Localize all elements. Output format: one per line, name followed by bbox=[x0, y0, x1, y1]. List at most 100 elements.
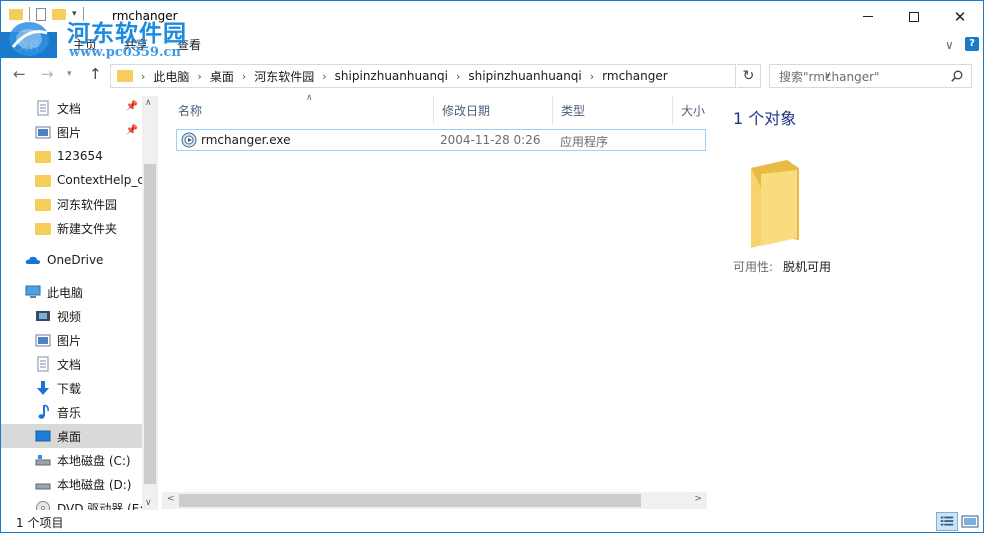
minimize-icon bbox=[863, 16, 873, 17]
nav-item-pictures-pinned[interactable]: 图片 📌 bbox=[1, 120, 142, 144]
desktop-icon bbox=[35, 430, 51, 442]
status-item-count: 1 个项目 bbox=[16, 516, 64, 530]
scroll-right-icon[interactable]: > bbox=[694, 494, 702, 504]
nav-item-documents[interactable]: 文档 bbox=[1, 352, 142, 376]
breadcrumb-separator[interactable]: › bbox=[141, 70, 145, 83]
drive-icon bbox=[35, 483, 51, 490]
search-input[interactable]: 搜索"rmchanger" bbox=[769, 64, 972, 88]
refresh-button[interactable]: ↻ bbox=[737, 64, 761, 88]
scrollbar-thumb[interactable] bbox=[144, 164, 156, 484]
scroll-up-icon[interactable]: ∧ bbox=[145, 98, 152, 108]
dvd-icon bbox=[36, 501, 50, 510]
column-header-name[interactable]: ∧ 名称 bbox=[170, 93, 434, 124]
address-bar[interactable]: › 此电脑 › 桌面 › 河东软件园 › shipinzhuanhuanqi ›… bbox=[110, 64, 831, 88]
watermark-url: www.pc0359.cn bbox=[69, 45, 181, 60]
scroll-left-icon[interactable]: < bbox=[167, 494, 175, 504]
large-folder-icon bbox=[751, 160, 799, 248]
folder-icon bbox=[35, 174, 51, 187]
folder-icon bbox=[117, 70, 133, 82]
status-bar: 1 个项目 bbox=[1, 511, 983, 532]
nav-item-label: 123654 bbox=[57, 149, 103, 163]
breadcrumb-separator[interactable]: › bbox=[242, 70, 246, 83]
breadcrumb-separator[interactable]: › bbox=[456, 70, 460, 83]
nav-item-this-pc[interactable]: 此电脑 bbox=[1, 280, 142, 304]
nav-item-123654[interactable]: 123654 bbox=[1, 144, 142, 168]
watermark-logo bbox=[9, 22, 49, 56]
close-button[interactable]: ✕ bbox=[937, 1, 983, 32]
nav-item-desktop[interactable]: 桌面 bbox=[1, 424, 142, 448]
nav-pane-scrollbar[interactable]: ∧ ∨ bbox=[142, 96, 158, 510]
nav-item-label: 河东软件园 bbox=[57, 197, 118, 212]
breadcrumb-separator[interactable]: › bbox=[590, 70, 594, 83]
computer-icon bbox=[25, 285, 41, 298]
breadcrumb-rmchanger[interactable]: rmchanger bbox=[602, 69, 668, 83]
breadcrumb-shipin-2[interactable]: shipinzhuanhuanqi bbox=[468, 69, 581, 83]
help-icon[interactable]: ? bbox=[965, 37, 979, 51]
scrollbar-thumb[interactable] bbox=[179, 494, 641, 507]
nav-item-pictures[interactable]: 图片 bbox=[1, 328, 142, 352]
details-view-button[interactable] bbox=[936, 512, 958, 531]
breadcrumb-shipin-1[interactable]: shipinzhuanhuanqi bbox=[335, 69, 448, 83]
maximize-button[interactable] bbox=[891, 1, 937, 32]
nav-item-label: 文档 bbox=[57, 101, 82, 116]
breadcrumb-separator[interactable]: › bbox=[322, 70, 326, 83]
music-icon bbox=[38, 404, 49, 419]
cloud-icon bbox=[25, 256, 40, 264]
nav-item-onedrive[interactable]: OneDrive bbox=[1, 248, 142, 272]
nav-item-documents-pinned[interactable]: 文档 📌 bbox=[1, 96, 142, 120]
nav-item-label: DVD 驱动器 (E:) bbox=[57, 501, 149, 511]
nav-item-dvd[interactable]: DVD 驱动器 (E:) bbox=[1, 496, 148, 510]
expand-ribbon-icon[interactable]: ∨ bbox=[945, 38, 954, 52]
column-header-size[interactable]: 大小 bbox=[673, 96, 707, 124]
drive-icon bbox=[35, 455, 51, 466]
details-pane: 1 个对象 可用性: 脱机可用 bbox=[717, 96, 983, 510]
file-list: ∧ 名称 修改日期 类型 大小 rmchanger.exe 2004-11-28… bbox=[162, 93, 707, 510]
nav-item-music[interactable]: 音乐 bbox=[1, 400, 142, 424]
file-list-hscrollbar[interactable]: < > bbox=[162, 492, 707, 509]
nav-item-new-folder[interactable]: 新建文件夹 bbox=[1, 216, 142, 240]
nav-item-drive-d[interactable]: 本地磁盘 (D:) bbox=[1, 472, 142, 496]
nav-item-label: 新建文件夹 bbox=[57, 221, 118, 236]
nav-item-downloads[interactable]: 下载 bbox=[1, 376, 142, 400]
videos-icon bbox=[36, 311, 50, 321]
up-button[interactable]: ↑ bbox=[89, 65, 102, 83]
nav-item-label: 本地磁盘 (C:) bbox=[57, 453, 131, 468]
application-icon bbox=[181, 132, 197, 148]
availability-value: 脱机可用 bbox=[783, 260, 832, 274]
selection-count: 1 个对象 bbox=[733, 109, 797, 128]
minimize-button[interactable] bbox=[845, 1, 891, 32]
document-icon bbox=[37, 356, 49, 372]
breadcrumb-separator[interactable]: › bbox=[197, 70, 201, 83]
column-header-type[interactable]: 类型 bbox=[553, 96, 673, 124]
large-icons-view-button[interactable] bbox=[959, 512, 981, 531]
recent-locations-button[interactable]: ▾ bbox=[67, 69, 72, 79]
explorer-window: ▾ rmchanger ✕ 文件 主页 共享 查看 ∨ ? 河东软件园 www.… bbox=[0, 0, 984, 533]
nav-item-hedong[interactable]: 河东软件园 bbox=[1, 192, 142, 216]
nav-item-label: 视频 bbox=[57, 309, 82, 324]
nav-item-videos[interactable]: 视频 bbox=[1, 304, 142, 328]
breadcrumb-desktop[interactable]: 桌面 bbox=[210, 68, 234, 85]
nav-item-label: 图片 bbox=[57, 333, 82, 348]
pin-icon[interactable]: 📌 bbox=[126, 101, 138, 112]
pin-icon[interactable]: 📌 bbox=[126, 125, 138, 136]
nav-item-contexthelp[interactable]: ContextHelp_cr bbox=[1, 168, 149, 192]
breadcrumb-this-pc[interactable]: 此电脑 bbox=[153, 68, 189, 85]
folder-icon bbox=[35, 198, 51, 211]
folder-icon bbox=[35, 222, 51, 235]
nav-item-drive-c[interactable]: 本地磁盘 (C:) bbox=[1, 448, 142, 472]
back-button[interactable]: ← bbox=[13, 65, 26, 83]
sort-ascending-icon: ∧ bbox=[306, 93, 313, 103]
watermark-text: 河东软件园 bbox=[67, 21, 187, 47]
forward-button[interactable]: → bbox=[41, 65, 54, 83]
nav-item-label: 本地磁盘 (D:) bbox=[57, 477, 132, 492]
scroll-down-icon[interactable]: ∨ bbox=[145, 498, 152, 508]
new-folder-icon[interactable] bbox=[52, 8, 66, 20]
breadcrumb-hedong[interactable]: 河东软件园 bbox=[254, 68, 314, 85]
refresh-icon: ↻ bbox=[742, 68, 755, 84]
pictures-icon bbox=[35, 126, 51, 139]
nav-item-label: 桌面 bbox=[57, 429, 82, 444]
maximize-icon bbox=[909, 11, 919, 22]
column-header-date[interactable]: 修改日期 bbox=[434, 96, 553, 124]
table-row[interactable]: rmchanger.exe 2004-11-28 0:26 应用程序 bbox=[176, 129, 706, 151]
nav-item-label: 此电脑 bbox=[47, 285, 84, 300]
